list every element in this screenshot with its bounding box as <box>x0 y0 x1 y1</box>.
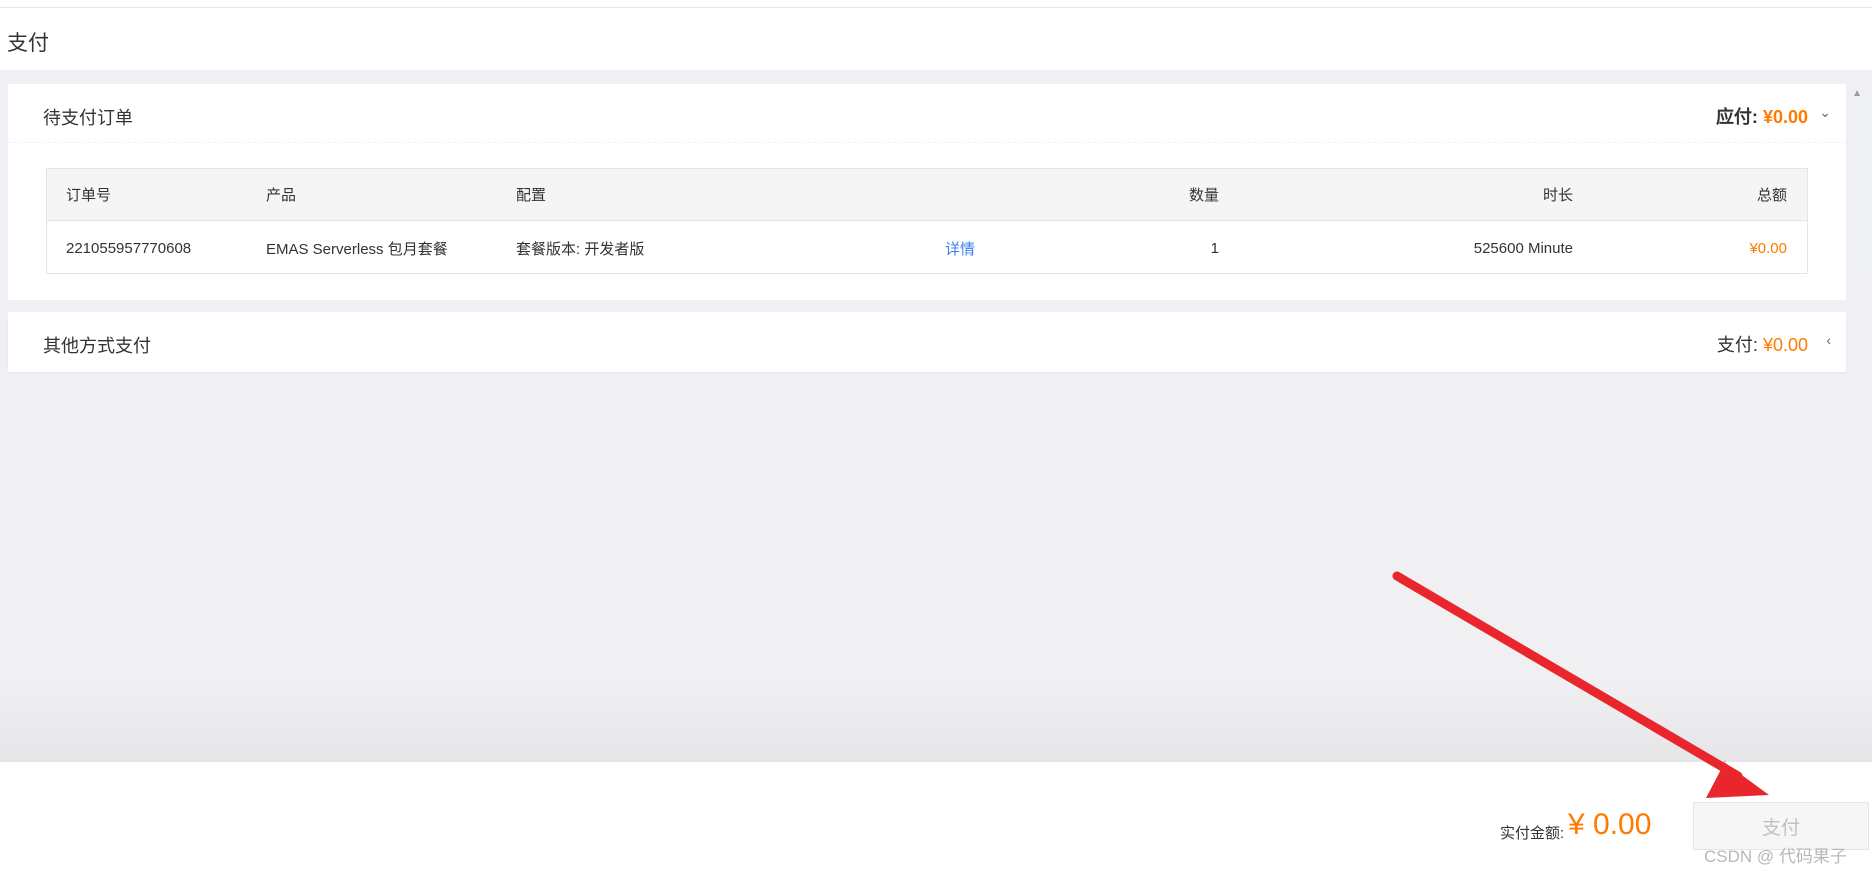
annotation-arrow-shaft <box>1392 571 1743 781</box>
annotation-arrow-icon <box>1392 571 1769 798</box>
